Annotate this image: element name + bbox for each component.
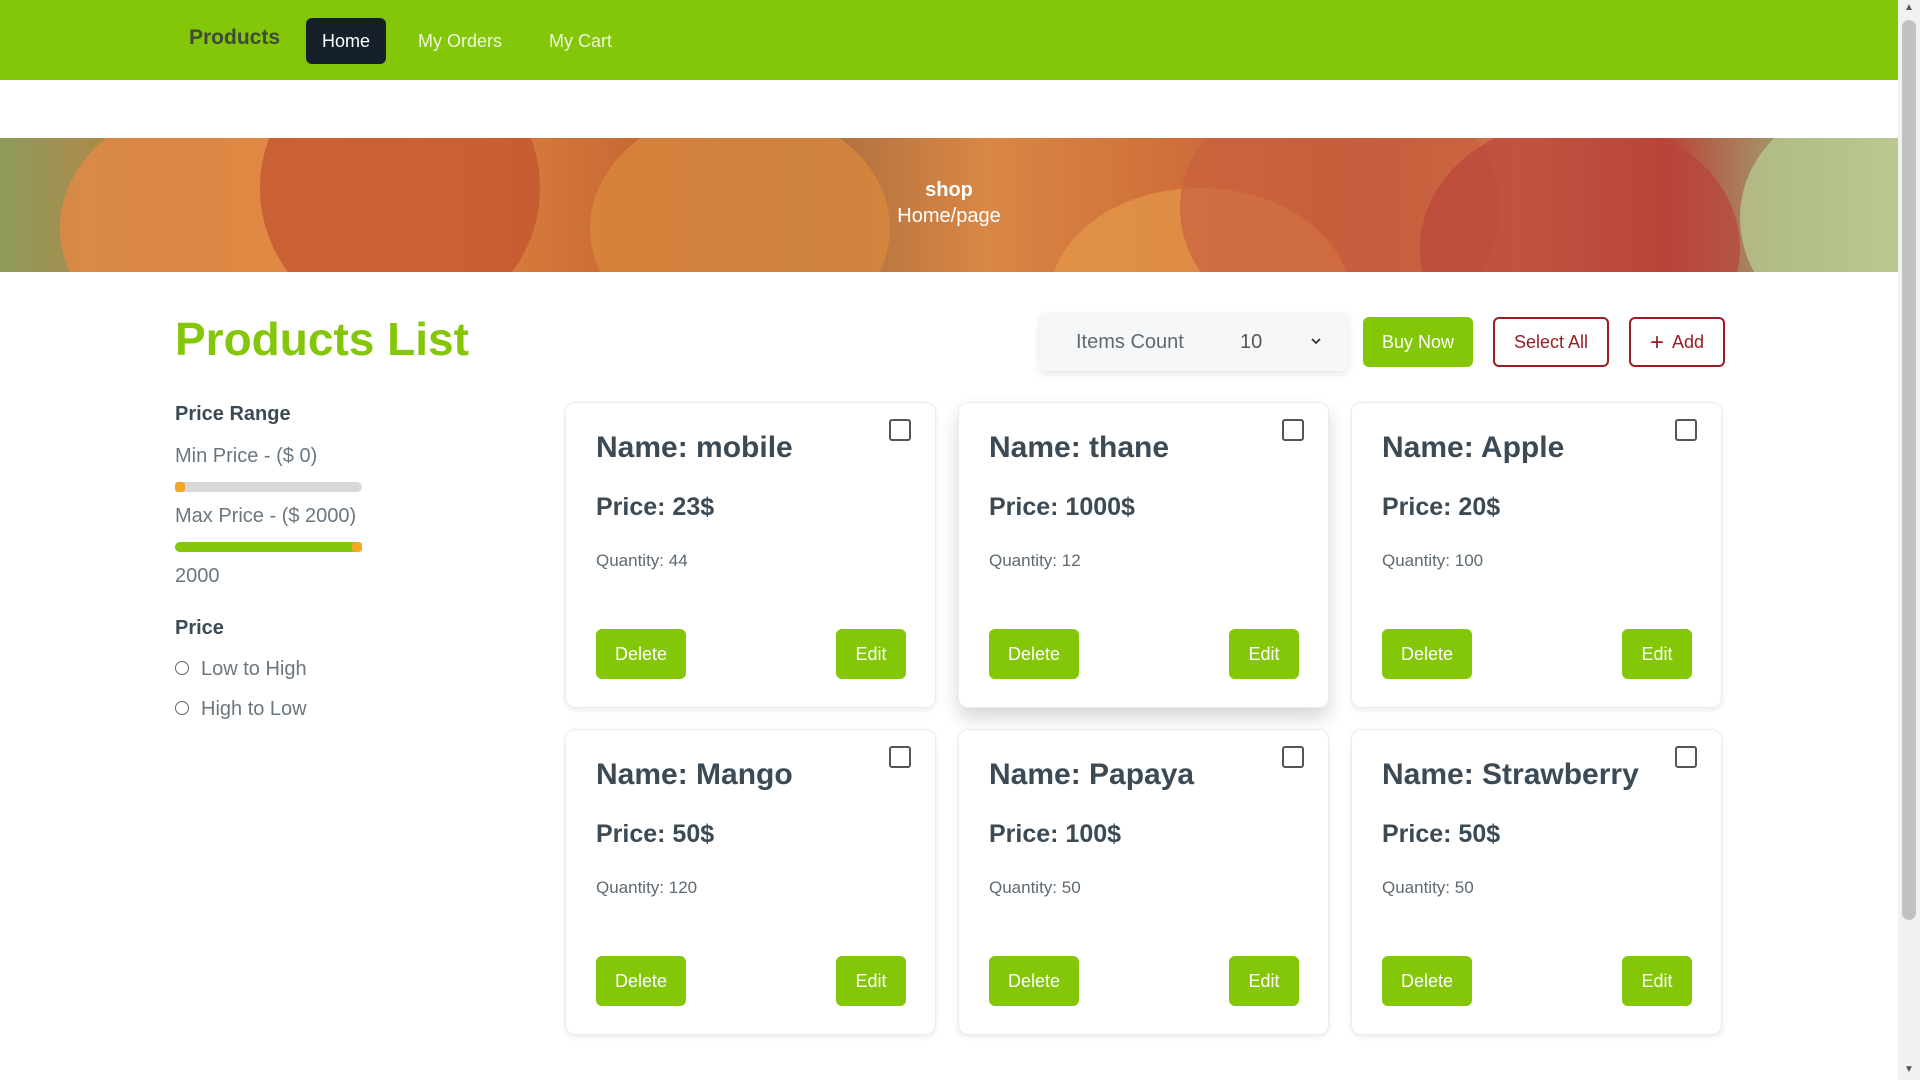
- nav-item-my-orders[interactable]: My Orders: [402, 18, 518, 64]
- min-price-slider[interactable]: [175, 482, 362, 492]
- items-count-label: Items Count: [1076, 331, 1184, 353]
- banner-title: shop: [925, 179, 973, 201]
- product-card: Name: Strawberry Price: 50$ Quantity: 50…: [1351, 729, 1722, 1035]
- page-title: Products List: [175, 313, 469, 365]
- sort-low-to-high-option[interactable]: Low to High: [175, 658, 307, 681]
- banner-breadcrumb: Home/page: [897, 205, 1001, 227]
- product-select-checkbox[interactable]: [1675, 746, 1697, 768]
- plus-icon: +: [1649, 329, 1664, 356]
- product-quantity: Quantity: 100: [1382, 551, 1484, 570]
- product-quantity: Quantity: 50: [1382, 878, 1474, 897]
- edit-button[interactable]: Edit: [836, 629, 906, 679]
- edit-button[interactable]: Edit: [1229, 956, 1299, 1006]
- product-select-checkbox[interactable]: [1675, 419, 1697, 441]
- delete-button[interactable]: Delete: [1382, 629, 1472, 679]
- product-price: Price: 1000$: [989, 493, 1135, 521]
- product-name: Name: thane: [989, 431, 1170, 464]
- scroll-down-icon[interactable]: ▼: [1898, 1064, 1920, 1075]
- product-card: Name: mobile Price: 23$ Quantity: 44 Del…: [565, 402, 936, 708]
- product-select-checkbox[interactable]: [1282, 746, 1304, 768]
- min-price-label: Min Price - ($ 0): [175, 445, 318, 467]
- product-quantity: Quantity: 120: [596, 878, 698, 897]
- price-range-heading: Price Range: [175, 403, 291, 425]
- edit-button[interactable]: Edit: [1622, 956, 1692, 1006]
- page-scrollbar[interactable]: ▲ ▼: [1898, 0, 1920, 1080]
- product-price: Price: 50$: [596, 820, 715, 848]
- navbar-brand[interactable]: Products: [189, 26, 280, 50]
- sort-option-label: High to Low: [201, 698, 307, 720]
- delete-button[interactable]: Delete: [1382, 956, 1472, 1006]
- delete-button[interactable]: Delete: [989, 629, 1079, 679]
- select-all-button[interactable]: Select All: [1493, 317, 1609, 367]
- product-price: Price: 100$: [989, 820, 1122, 848]
- product-price: Price: 23$: [596, 493, 715, 521]
- delete-button[interactable]: Delete: [596, 629, 686, 679]
- edit-button[interactable]: Edit: [1622, 629, 1692, 679]
- product-select-checkbox[interactable]: [1282, 419, 1304, 441]
- min-price-slider-thumb[interactable]: [175, 482, 185, 492]
- product-card: Name: Mango Price: 50$ Quantity: 120 Del…: [565, 729, 936, 1035]
- product-price: Price: 20$: [1382, 493, 1501, 521]
- product-name: Name: Strawberry: [1382, 758, 1639, 791]
- nav-item-home[interactable]: Home: [306, 18, 387, 64]
- product-card: Name: thane Price: 1000$ Quantity: 12 De…: [958, 402, 1329, 708]
- radio-button[interactable]: [175, 661, 189, 675]
- max-price-slider-thumb[interactable]: [352, 542, 362, 552]
- max-price-slider[interactable]: [175, 542, 362, 552]
- sort-high-to-low-option[interactable]: High to Low: [175, 698, 307, 721]
- hero-banner: shop Home/page: [0, 138, 1898, 272]
- product-quantity: Quantity: 44: [596, 551, 688, 570]
- max-price-label: Max Price - ($ 2000): [175, 505, 357, 527]
- product-price: Price: 50$: [1382, 820, 1501, 848]
- sort-option-label: Low to High: [201, 658, 307, 680]
- max-price-slider-fill: [175, 542, 362, 552]
- product-name: Name: Papaya: [989, 758, 1195, 791]
- chevron-down-icon: [1310, 326, 1322, 369]
- items-count-box: Items Count 10: [1040, 313, 1348, 371]
- max-price-value: 2000: [175, 565, 220, 587]
- scroll-up-icon[interactable]: ▲: [1898, 2, 1920, 13]
- add-button[interactable]: + Add: [1629, 317, 1725, 367]
- buy-now-button[interactable]: Buy Now: [1363, 317, 1473, 367]
- product-name: Name: mobile: [596, 431, 793, 464]
- product-card: Name: Papaya Price: 100$ Quantity: 50 De…: [958, 729, 1329, 1035]
- items-count-select[interactable]: 10: [1232, 326, 1330, 358]
- product-quantity: Quantity: 12: [989, 551, 1081, 570]
- product-select-checkbox[interactable]: [889, 419, 911, 441]
- sort-heading: Price: [175, 617, 224, 639]
- product-card: Name: Apple Price: 20$ Quantity: 100 Del…: [1351, 402, 1722, 708]
- items-count-value: 10: [1240, 331, 1263, 353]
- product-quantity: Quantity: 50: [989, 878, 1081, 897]
- top-navbar: Products Home My Orders My Cart: [0, 0, 1898, 80]
- delete-button[interactable]: Delete: [596, 956, 686, 1006]
- product-select-checkbox[interactable]: [889, 746, 911, 768]
- add-button-label: Add: [1671, 332, 1705, 352]
- delete-button[interactable]: Delete: [989, 956, 1079, 1006]
- edit-button[interactable]: Edit: [836, 956, 906, 1006]
- edit-button[interactable]: Edit: [1229, 629, 1299, 679]
- nav-item-my-cart[interactable]: My Cart: [533, 18, 628, 64]
- product-name: Name: Mango: [596, 758, 793, 791]
- product-name: Name: Apple: [1382, 431, 1565, 464]
- scrollbar-thumb[interactable]: [1902, 20, 1916, 920]
- radio-button[interactable]: [175, 701, 189, 715]
